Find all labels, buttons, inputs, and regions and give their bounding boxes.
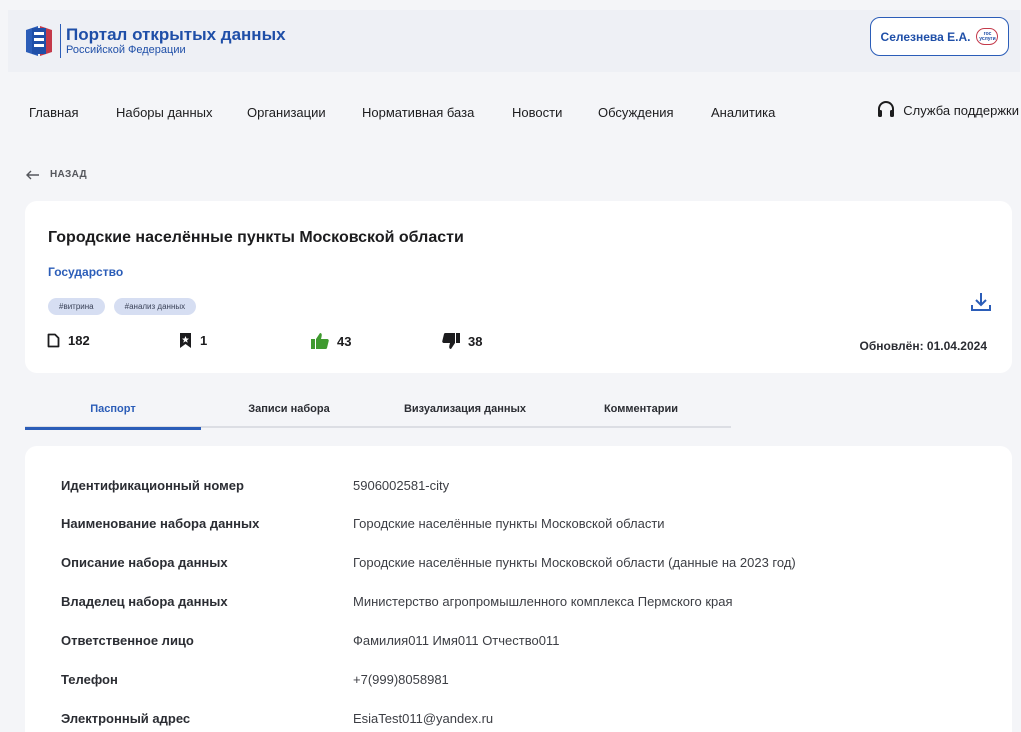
support-label: Служба поддержки bbox=[903, 102, 1019, 118]
headset-icon bbox=[878, 101, 895, 117]
thumbs-up-icon bbox=[311, 333, 329, 349]
tag-chip[interactable]: #витрина bbox=[48, 298, 105, 315]
support-link[interactable]: Служба поддержки bbox=[877, 100, 1019, 120]
passport-row-value: 5906002581-city bbox=[353, 477, 450, 493]
dataset-title: Городские населённые пункты Московской о… bbox=[48, 229, 464, 246]
user-profile-button[interactable]: Селезнева Е.А. гос услуги bbox=[870, 17, 1009, 56]
stat-dislikes[interactable]: 38 bbox=[442, 333, 482, 349]
passport-row: Идентификационный номер 5906002581-city bbox=[61, 475, 991, 495]
passport-row-label: Электронный адрес bbox=[61, 710, 191, 726]
bookmark-star-icon bbox=[180, 333, 191, 348]
passport-row-value: Городские населённые пункты Московской о… bbox=[353, 554, 796, 570]
main-nav: Главная Наборы данных Организации Нормат… bbox=[29, 100, 1019, 122]
download-button[interactable] bbox=[971, 292, 991, 317]
stat-likes[interactable]: 43 bbox=[311, 333, 351, 349]
dataset-category-link[interactable]: Государство bbox=[48, 265, 123, 279]
passport-row: Наименование набора данных Городские нас… bbox=[61, 513, 991, 533]
portal-subtitle: Российской Федерации bbox=[66, 43, 186, 56]
dataset-tags: #витрина #анализ данных bbox=[48, 298, 197, 315]
passport-row-label: Ответственное лицо bbox=[61, 632, 194, 648]
passport-row-value: Фамилия011 Имя011 Отчество011 bbox=[353, 632, 560, 648]
portal-logo[interactable]: Портал открытых данных Российской Федера… bbox=[24, 24, 286, 58]
passport-row-label: Идентификационный номер bbox=[61, 477, 244, 493]
portal-logo-icon bbox=[26, 26, 52, 56]
nav-item-home[interactable]: Главная bbox=[29, 105, 78, 120]
bookmarks-count: 1 bbox=[200, 333, 208, 348]
download-icon bbox=[971, 293, 991, 311]
user-name: Селезнева Е.А. bbox=[880, 29, 971, 44]
passport-row-value: Городские населённые пункты Московской о… bbox=[353, 515, 665, 531]
tab-passport[interactable]: Паспорт bbox=[25, 390, 201, 430]
passport-row: Владелец набора данных Министерство агро… bbox=[61, 591, 991, 611]
arrow-left-icon bbox=[26, 170, 39, 179]
files-count: 182 bbox=[68, 333, 90, 348]
nav-item-datasets[interactable]: Наборы данных bbox=[116, 105, 213, 120]
passport-row: Ответственное лицо Фамилия011 Имя011 Отч… bbox=[61, 630, 991, 650]
dislikes-count: 38 bbox=[468, 333, 483, 349]
file-icon bbox=[47, 333, 60, 348]
passport-row-value: +7(999)8058981 bbox=[353, 671, 449, 687]
passport-panel: Идентификационный номер 5906002581-city … bbox=[25, 446, 1012, 732]
gosuslugi-icon: гос услуги bbox=[976, 28, 999, 45]
nav-item-analytics[interactable]: Аналитика bbox=[711, 105, 775, 120]
passport-row-label: Описание набора данных bbox=[61, 554, 228, 570]
stat-bookmarks: 1 bbox=[179, 333, 207, 348]
tab-visualization[interactable]: Визуализация данных bbox=[377, 390, 553, 428]
dataset-card: Городские населённые пункты Московской о… bbox=[25, 201, 1012, 373]
back-label: НАЗАД bbox=[50, 169, 87, 180]
nav-item-regulations[interactable]: Нормативная база bbox=[362, 105, 474, 120]
passport-row: Телефон +7(999)8058981 bbox=[61, 669, 991, 689]
stat-files: 182 bbox=[47, 333, 90, 348]
thumbs-down-icon bbox=[442, 333, 460, 349]
passport-row-label: Наименование набора данных bbox=[61, 515, 260, 531]
passport-row: Описание набора данных Городские населён… bbox=[61, 552, 991, 572]
header-bar: Портал открытых данных Российской Федера… bbox=[8, 10, 1020, 72]
logo-divider bbox=[60, 24, 61, 58]
passport-row-label: Телефон bbox=[61, 671, 118, 687]
tab-comments[interactable]: Комментарии bbox=[553, 390, 729, 428]
nav-item-discussions[interactable]: Обсуждения bbox=[598, 105, 674, 120]
tab-records[interactable]: Записи набора bbox=[201, 390, 377, 428]
passport-row: Электронный адрес EsiaTest011@yandex.ru bbox=[61, 708, 991, 728]
passport-row-value: Министерство агропромышленного комплекса… bbox=[353, 593, 733, 609]
dataset-tabs: Паспорт Записи набора Визуализация данны… bbox=[25, 390, 731, 430]
tag-chip[interactable]: #анализ данных bbox=[113, 298, 197, 315]
back-link[interactable]: НАЗАД bbox=[26, 169, 87, 180]
nav-item-organizations[interactable]: Организации bbox=[247, 105, 326, 120]
passport-row-value[interactable]: EsiaTest011@yandex.ru bbox=[353, 711, 493, 726]
passport-row-label: Владелец набора данных bbox=[61, 593, 228, 609]
likes-count: 43 bbox=[337, 333, 352, 349]
dataset-stats: 182 1 43 38 bbox=[47, 333, 482, 353]
nav-item-news[interactable]: Новости bbox=[512, 105, 562, 120]
updated-date: Обновлён: 01.04.2024 bbox=[859, 339, 987, 353]
portal-title: Портал открытых данных bbox=[66, 24, 286, 44]
